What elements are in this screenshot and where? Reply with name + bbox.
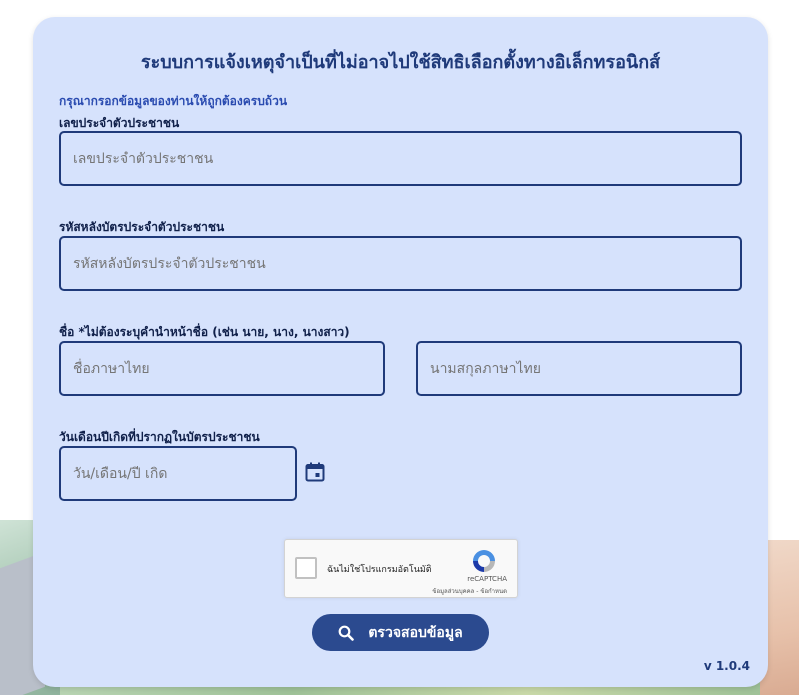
laser-code-label: รหัสหลังบัตรประจำตัวประชาชน (59, 220, 225, 234)
calendar-icon[interactable] (305, 462, 325, 482)
search-icon (338, 625, 355, 641)
birth-date-label: วันเดือนปีเกิดที่ปรากฏในบัตรประชาชน (59, 430, 260, 444)
recaptcha-brand: reCAPTCHA (467, 575, 507, 583)
recaptcha-label: ฉันไม่ใช่โปรแกรมอัตโนมัติ (327, 565, 432, 575)
name-label: ชื่อ *ไม่ต้องระบุคำนำหน้าชื่อ (เช่น นาย,… (59, 325, 350, 339)
recaptcha-links[interactable]: ข้อมูลส่วนบุคคล - ข้อกำหนด (432, 586, 507, 596)
form-hint: กรุณากรอกข้อมูลของท่านให้ถูกต้องครบถ้วน (59, 94, 288, 108)
verify-button-label: ตรวจสอบข้อมูล (368, 624, 463, 641)
verify-button[interactable]: ตรวจสอบข้อมูล (312, 614, 489, 651)
first-name-input[interactable] (59, 341, 385, 396)
laser-code-input[interactable] (59, 236, 742, 291)
citizen-id-input[interactable] (59, 131, 742, 186)
recaptcha-widget: ฉันไม่ใช่โปรแกรมอัตโนมัติ reCAPTCHA ข้อม… (284, 539, 518, 598)
recaptcha-checkbox[interactable] (295, 557, 317, 579)
version-label: v 1.0.4 (703, 659, 750, 673)
page-title: ระบบการแจ้งเหตุจำเป็นที่ไม่อาจไปใช้สิทธิ… (140, 52, 661, 73)
form-card: ระบบการแจ้งเหตุจำเป็นที่ไม่อาจไปใช้สิทธิ… (33, 17, 768, 687)
birth-date-input[interactable] (59, 446, 297, 501)
recaptcha-logo-icon (473, 550, 495, 572)
last-name-input[interactable] (416, 341, 742, 396)
